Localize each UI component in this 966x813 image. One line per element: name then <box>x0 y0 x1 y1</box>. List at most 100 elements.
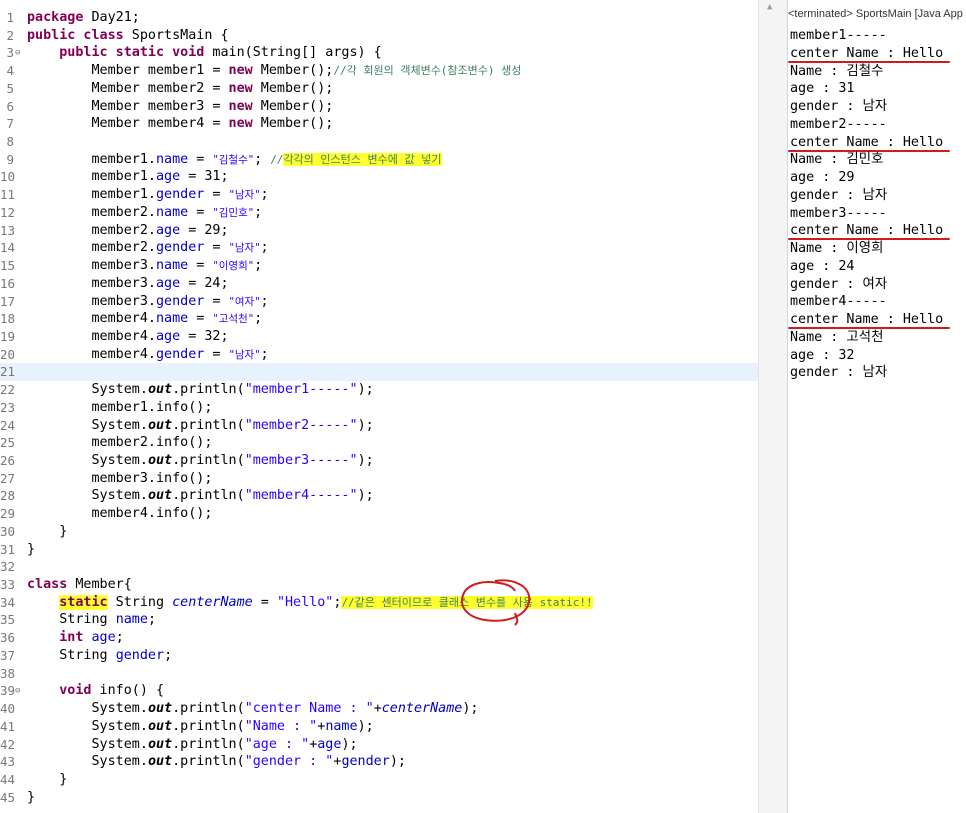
fold-collapse-icon[interactable]: ⊖ <box>15 44 20 62</box>
code-text: member1.age = 31; <box>27 168 228 186</box>
line-number: 10 <box>0 169 16 185</box>
code-line[interactable]: 40 System.out.println("center Name : "+c… <box>0 700 758 718</box>
code-token: name <box>156 311 189 327</box>
line-number: 18 <box>0 311 16 327</box>
code-line[interactable]: 12 member2.name = "김민호"; <box>0 204 758 222</box>
code-line[interactable]: 44 } <box>0 771 758 789</box>
code-token: out <box>147 718 173 734</box>
code-line[interactable]: 29 member4.info(); <box>0 505 758 523</box>
code-token: System. <box>27 453 148 468</box>
code-editor[interactable]: 1 package Day21; 2 public class SportsMain … <box>0 0 758 813</box>
code-line[interactable]: 20 member4.gender = "남자"; <box>0 346 758 364</box>
code-line[interactable]: 24 System.out.println("member2-----"); <box>0 417 758 435</box>
code-line[interactable]: 34 static String centerName = "Hello";//… <box>0 594 758 612</box>
code-token: name <box>156 258 189 274</box>
code-line[interactable]: 42 System.out.println("age : "+age); <box>0 736 758 754</box>
code-line[interactable]: 17 member3.gender = "여자"; <box>0 293 758 311</box>
code-line[interactable]: 7 Member member4 = new Member(); <box>0 115 758 133</box>
fold-collapse-icon[interactable]: ⊖ <box>15 682 20 700</box>
code-line[interactable]: 5 Member member2 = new Member(); <box>0 80 758 98</box>
code-line[interactable]: 22 System.out.println("member1-----"); <box>0 381 758 399</box>
code-token: Member{ <box>67 577 132 593</box>
code-line[interactable]: 43 System.out.println("gender : "+gender… <box>0 753 758 771</box>
line-number: 31 <box>0 541 16 557</box>
code-line[interactable]: 14 member2.gender = "남자"; <box>0 239 758 257</box>
code-line[interactable]: 26 System.out.println("member3-----"); <box>0 452 758 470</box>
code-token: + <box>373 701 382 717</box>
code-line[interactable]: 4 Member member1 = new Member();//각 회원의 … <box>0 62 758 80</box>
code-line[interactable]: 33 class Member{ <box>0 576 758 594</box>
code-line[interactable]: 41 System.out.println("Name : "+name); <box>0 718 758 736</box>
code-token: centerName <box>172 594 253 610</box>
code-token: gender <box>341 754 390 770</box>
code-token: Member(); <box>252 116 334 132</box>
code-token: = 24; <box>180 275 229 291</box>
code-text: int age; <box>27 629 124 647</box>
code-line[interactable]: 45} <box>0 789 758 807</box>
code-line[interactable]: 8 <box>0 133 758 151</box>
code-line[interactable]: 1 package Day21; <box>0 9 758 27</box>
code-line[interactable]: 38 <box>0 665 758 683</box>
code-token: = <box>204 240 229 256</box>
code-token: System. <box>27 488 148 504</box>
line-number: 32 <box>0 559 16 575</box>
code-token: Member member3 = <box>27 98 229 114</box>
code-line[interactable]: 18 member4.name = "고석천"; <box>0 310 758 328</box>
code-line[interactable]: 36 int age; <box>0 629 758 647</box>
code-line[interactable]: 10 member1.age = 31; <box>0 168 758 186</box>
code-line[interactable]: 28 System.out.println("member4-----"); <box>0 487 758 505</box>
code-token: out <box>147 417 173 433</box>
code-line[interactable]: 15 member3.name = "이영희"; <box>0 257 758 275</box>
code-line[interactable]: 19 member4.age = 32; <box>0 328 758 346</box>
code-token: } <box>27 789 36 805</box>
code-text: member2.gender = "남자"; <box>27 239 268 257</box>
code-line[interactable]: 23 member1.info(); <box>0 399 758 417</box>
code-token: age <box>156 275 181 291</box>
code-token: member4. <box>27 328 156 344</box>
code-line[interactable]: 25 member2.info(); <box>0 434 758 452</box>
scroll-up-arrow-icon[interactable]: ▲ <box>767 2 772 12</box>
code-token: ; <box>164 647 173 663</box>
code-token: package <box>27 10 84 25</box>
code-token: out <box>147 736 173 752</box>
code-text: Member member2 = new Member(); <box>27 80 333 98</box>
code-line[interactable]: 37 String gender; <box>0 647 758 665</box>
code-token: "여자" <box>228 295 261 308</box>
console-output-line: age : 24 <box>790 258 855 274</box>
code-line[interactable]: 39 ⊖ void info() { <box>0 682 758 700</box>
code-token: = <box>188 151 213 167</box>
code-line[interactable]: 27 member3.info(); <box>0 470 758 488</box>
code-line[interactable]: 21 <box>0 363 758 382</box>
code-line[interactable]: 16 member3.age = 24; <box>0 275 758 293</box>
code-token: int <box>59 630 84 646</box>
code-line[interactable]: 32 <box>0 558 758 576</box>
code-line[interactable]: 9 member1.name = "김철수"; //각각의 인스턴스 변수에 값… <box>0 151 758 169</box>
code-line[interactable]: 11 member1.gender = "남자"; <box>0 186 758 204</box>
console-view[interactable]: <terminated> SportsMain [Java App member… <box>788 0 966 813</box>
code-text: member4.info(); <box>27 505 212 523</box>
line-number: 37 <box>0 647 16 663</box>
code-line[interactable]: 31} <box>0 541 758 559</box>
code-text: public static void main(String[] args) { <box>27 44 382 62</box>
editor-scrollbar[interactable]: ▲ <box>758 0 788 813</box>
code-line[interactable]: 2 public class SportsMain { <box>0 27 758 45</box>
code-token: "김민호" <box>212 206 255 219</box>
code-line[interactable]: 35 String name; <box>0 611 758 629</box>
code-text: member4.name = "고석천"; <box>27 310 262 328</box>
code-token: = <box>252 594 277 610</box>
code-token: Member member4 = <box>27 116 229 132</box>
console-output-line: member4----- <box>790 294 887 310</box>
code-token: ; <box>254 204 263 220</box>
code-token: .println( <box>172 453 245 468</box>
code-token: "member1-----" <box>244 382 358 398</box>
code-token: ; <box>254 258 263 274</box>
code-line[interactable]: 3 ⊖ public static void main(String[] args… <box>0 44 758 62</box>
code-line[interactable]: 13 member2.age = 29; <box>0 222 758 240</box>
code-token: new <box>228 63 253 79</box>
line-number: 42 <box>0 736 16 752</box>
code-line[interactable]: 6 Member member3 = new Member(); <box>0 98 758 116</box>
code-line[interactable]: 30 } <box>0 523 758 541</box>
